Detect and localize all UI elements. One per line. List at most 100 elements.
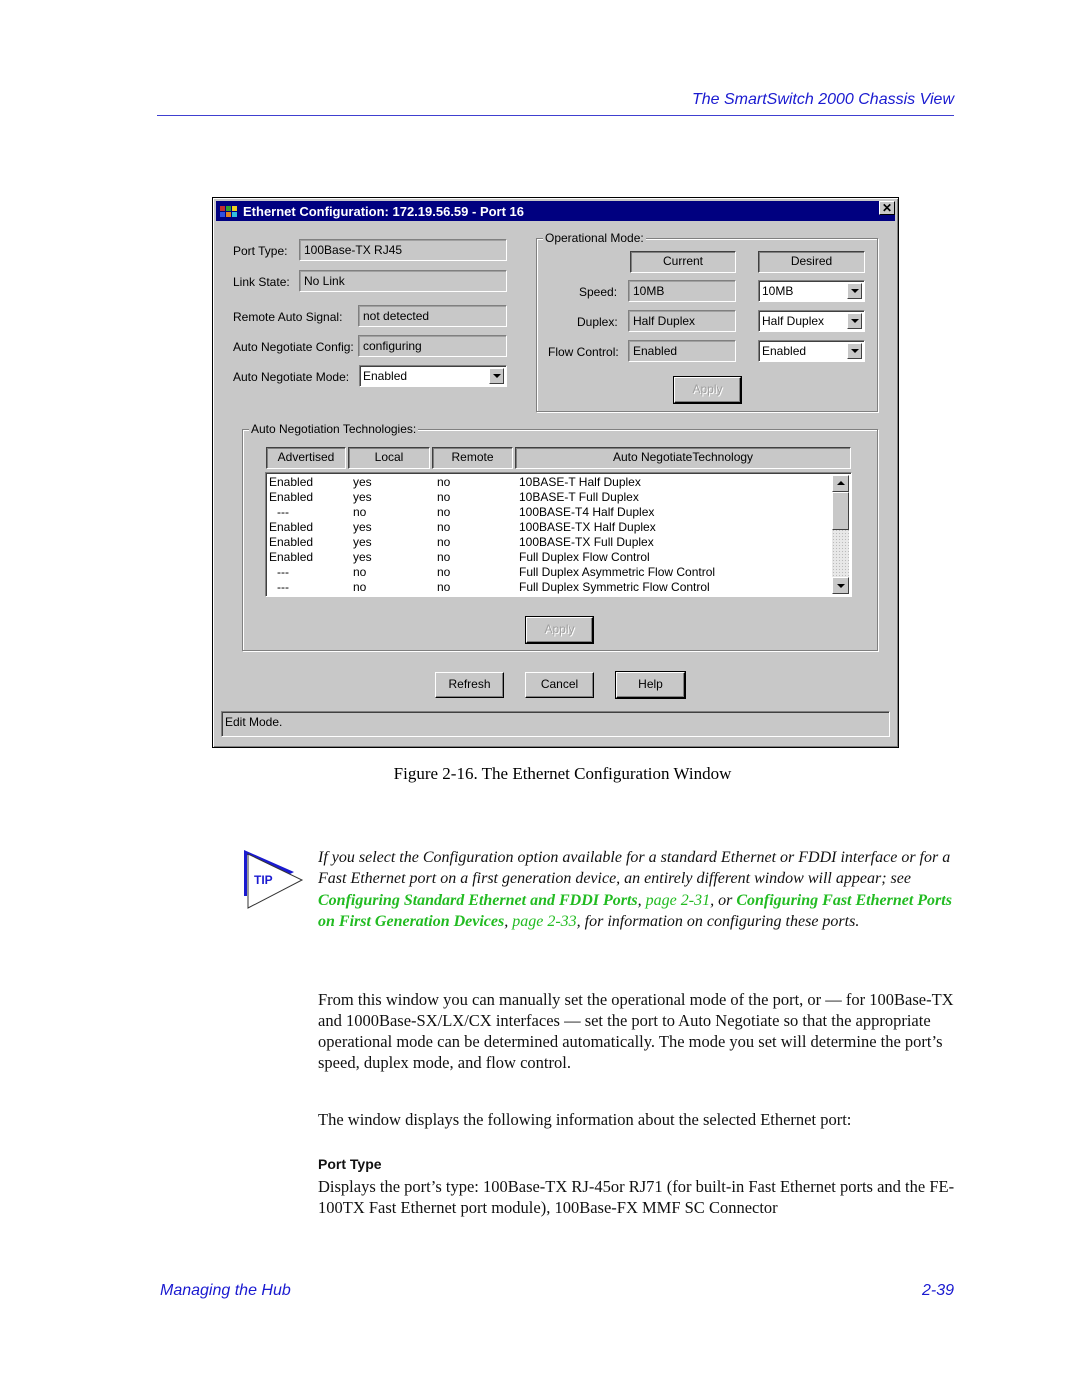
- duplex-desired-select[interactable]: Half Duplex: [758, 310, 865, 332]
- remote-cell: no: [437, 520, 451, 534]
- local-cell: yes: [353, 535, 372, 549]
- cancel-button[interactable]: Cancel: [525, 672, 594, 698]
- auto-negotiate-config-field: configuring: [358, 335, 507, 357]
- chevron-down-icon[interactable]: [847, 283, 862, 299]
- app-icon: [220, 205, 238, 217]
- section-heading: Port Type: [318, 1156, 382, 1172]
- flow-control-current-field: Enabled: [628, 340, 736, 362]
- advertised-cell: Enabled: [269, 520, 314, 534]
- speed-desired-select[interactable]: 10MB: [758, 280, 865, 302]
- column-header-advertised[interactable]: Advertised: [266, 447, 346, 469]
- auto-negotiation-tech-list[interactable]: Enabled yes no 10BASE-T Half Duplex Enab…: [265, 472, 852, 597]
- technology-cell: Full Duplex Asymmetric Flow Control: [519, 565, 716, 579]
- vertical-scrollbar[interactable]: [832, 475, 849, 594]
- local-cell: no: [353, 580, 367, 594]
- speed-desired-value: 10MB: [762, 284, 794, 298]
- refresh-button[interactable]: Refresh: [435, 672, 504, 698]
- link-page-2-33[interactable]: page 2-33: [512, 913, 576, 930]
- local-cell: yes: [353, 475, 372, 489]
- chevron-down-icon[interactable]: [847, 313, 862, 329]
- operational-apply-button[interactable]: Apply: [673, 376, 742, 404]
- footer-chapter: Managing the Hub: [160, 1282, 291, 1299]
- remote-auto-signal-label: Remote Auto Signal:: [233, 310, 343, 324]
- auto-negotiate-mode-label: Auto Negotiate Mode:: [233, 370, 350, 384]
- chevron-down-icon[interactable]: [489, 368, 504, 384]
- advertised-cell: ---: [277, 505, 289, 519]
- advertised-cell: ---: [277, 580, 289, 594]
- body-paragraph: The window displays the following inform…: [318, 1110, 852, 1129]
- auto-negotiate-mode-select[interactable]: Enabled: [359, 365, 507, 387]
- page-number: 2-39: [921, 1282, 954, 1299]
- link-state-label: Link State:: [233, 275, 290, 289]
- auto-negotiation-tech-title: Auto Negotiation Technologies:: [249, 422, 419, 436]
- advertised-cell: Enabled: [269, 475, 314, 489]
- remote-cell: no: [437, 505, 451, 519]
- local-cell: no: [353, 565, 367, 579]
- remote-cell: no: [437, 565, 451, 579]
- scroll-up-arrow-icon[interactable]: [832, 475, 849, 492]
- remote-cell: no: [437, 580, 451, 594]
- advertised-cell: Enabled: [269, 550, 314, 564]
- desired-column-header: Desired: [758, 251, 865, 273]
- column-header-technology[interactable]: Auto NegotiateTechnology: [515, 447, 851, 469]
- flow-control-desired-select[interactable]: Enabled: [758, 340, 865, 362]
- local-cell: no: [353, 505, 367, 519]
- close-button[interactable]: ✕: [879, 201, 895, 215]
- remote-auto-signal-field: not detected: [358, 305, 507, 327]
- tip-label: TIP: [254, 873, 273, 887]
- duplex-desired-value: Half Duplex: [762, 314, 825, 328]
- remote-cell: no: [437, 490, 451, 504]
- local-cell: yes: [353, 490, 372, 504]
- operational-mode-title: Operational Mode:: [543, 231, 646, 245]
- technology-cell: Full Duplex Flow Control: [519, 550, 650, 564]
- technology-cell: 100BASE-TX Full Duplex: [519, 535, 654, 549]
- speed-label: Speed:: [579, 285, 618, 299]
- current-column-header: Current: [630, 251, 736, 273]
- window-title: Ethernet Configuration: 172.19.56.59 - P…: [243, 203, 525, 219]
- local-cell: yes: [353, 550, 372, 564]
- advertised-cell: ---: [277, 565, 289, 579]
- column-header-remote[interactable]: Remote: [432, 447, 513, 469]
- tip-text-part: , for information on configuring these p…: [576, 912, 860, 930]
- remote-cell: no: [437, 535, 451, 549]
- tip-icon: [244, 850, 304, 909]
- auto-negotiate-config-label: Auto Negotiate Config:: [233, 340, 354, 354]
- flow-control-label: Flow Control:: [548, 345, 619, 359]
- link-page-2-31[interactable]: page 2-31: [646, 892, 710, 909]
- technology-cell: 10BASE-T Half Duplex: [519, 475, 641, 489]
- scroll-thumb[interactable]: [832, 492, 849, 530]
- header-rule: [157, 115, 954, 116]
- speed-current-field: 10MB: [628, 280, 736, 302]
- help-button[interactable]: Help: [615, 671, 686, 699]
- link-state-field: No Link: [299, 270, 507, 292]
- remote-cell: no: [437, 475, 451, 489]
- status-bar: Edit Mode.: [221, 711, 890, 737]
- ethernet-config-window: Ethernet Configuration: 172.19.56.59 - P…: [212, 197, 899, 748]
- tip-text-part: , or: [710, 891, 737, 909]
- figure-caption: Figure 2-16. The Ethernet Configuration …: [393, 764, 732, 783]
- technology-cell: 10BASE-T Full Duplex: [519, 490, 639, 504]
- column-header-local[interactable]: Local: [348, 447, 430, 469]
- remote-cell: no: [437, 550, 451, 564]
- tech-apply-button[interactable]: Apply: [525, 616, 594, 644]
- port-type-label: Port Type:: [233, 244, 288, 258]
- tip-text-part: ,: [637, 891, 646, 909]
- duplex-current-field: Half Duplex: [628, 310, 736, 332]
- link-standard-ethernet-fddi[interactable]: Configuring Standard Ethernet and FDDI P…: [318, 892, 638, 909]
- duplex-label: Duplex:: [577, 315, 618, 329]
- tip-text-part: If you select the Configuration option a…: [318, 849, 951, 888]
- advertised-cell: Enabled: [269, 535, 314, 549]
- chevron-down-icon[interactable]: [847, 343, 862, 359]
- technology-cell: 100BASE-T4 Half Duplex: [519, 505, 655, 519]
- body-paragraph: Displays the port’s type: 100Base-TX RJ-…: [318, 1177, 955, 1217]
- auto-negotiate-mode-value: Enabled: [363, 369, 408, 383]
- tip-text: If you select the Configuration option a…: [318, 847, 958, 932]
- scroll-down-arrow-icon[interactable]: [832, 577, 849, 594]
- technology-cell: Full Duplex Symmetric Flow Control: [519, 580, 710, 594]
- title-bar[interactable]: Ethernet Configuration: 172.19.56.59 - P…: [216, 201, 895, 221]
- port-type-field: 100Base-TX RJ45: [299, 239, 507, 261]
- flow-control-desired-value: Enabled: [762, 344, 807, 358]
- local-cell: yes: [353, 520, 372, 534]
- running-head: The SmartSwitch 2000 Chassis View: [691, 91, 954, 108]
- close-icon: ✕: [881, 201, 893, 215]
